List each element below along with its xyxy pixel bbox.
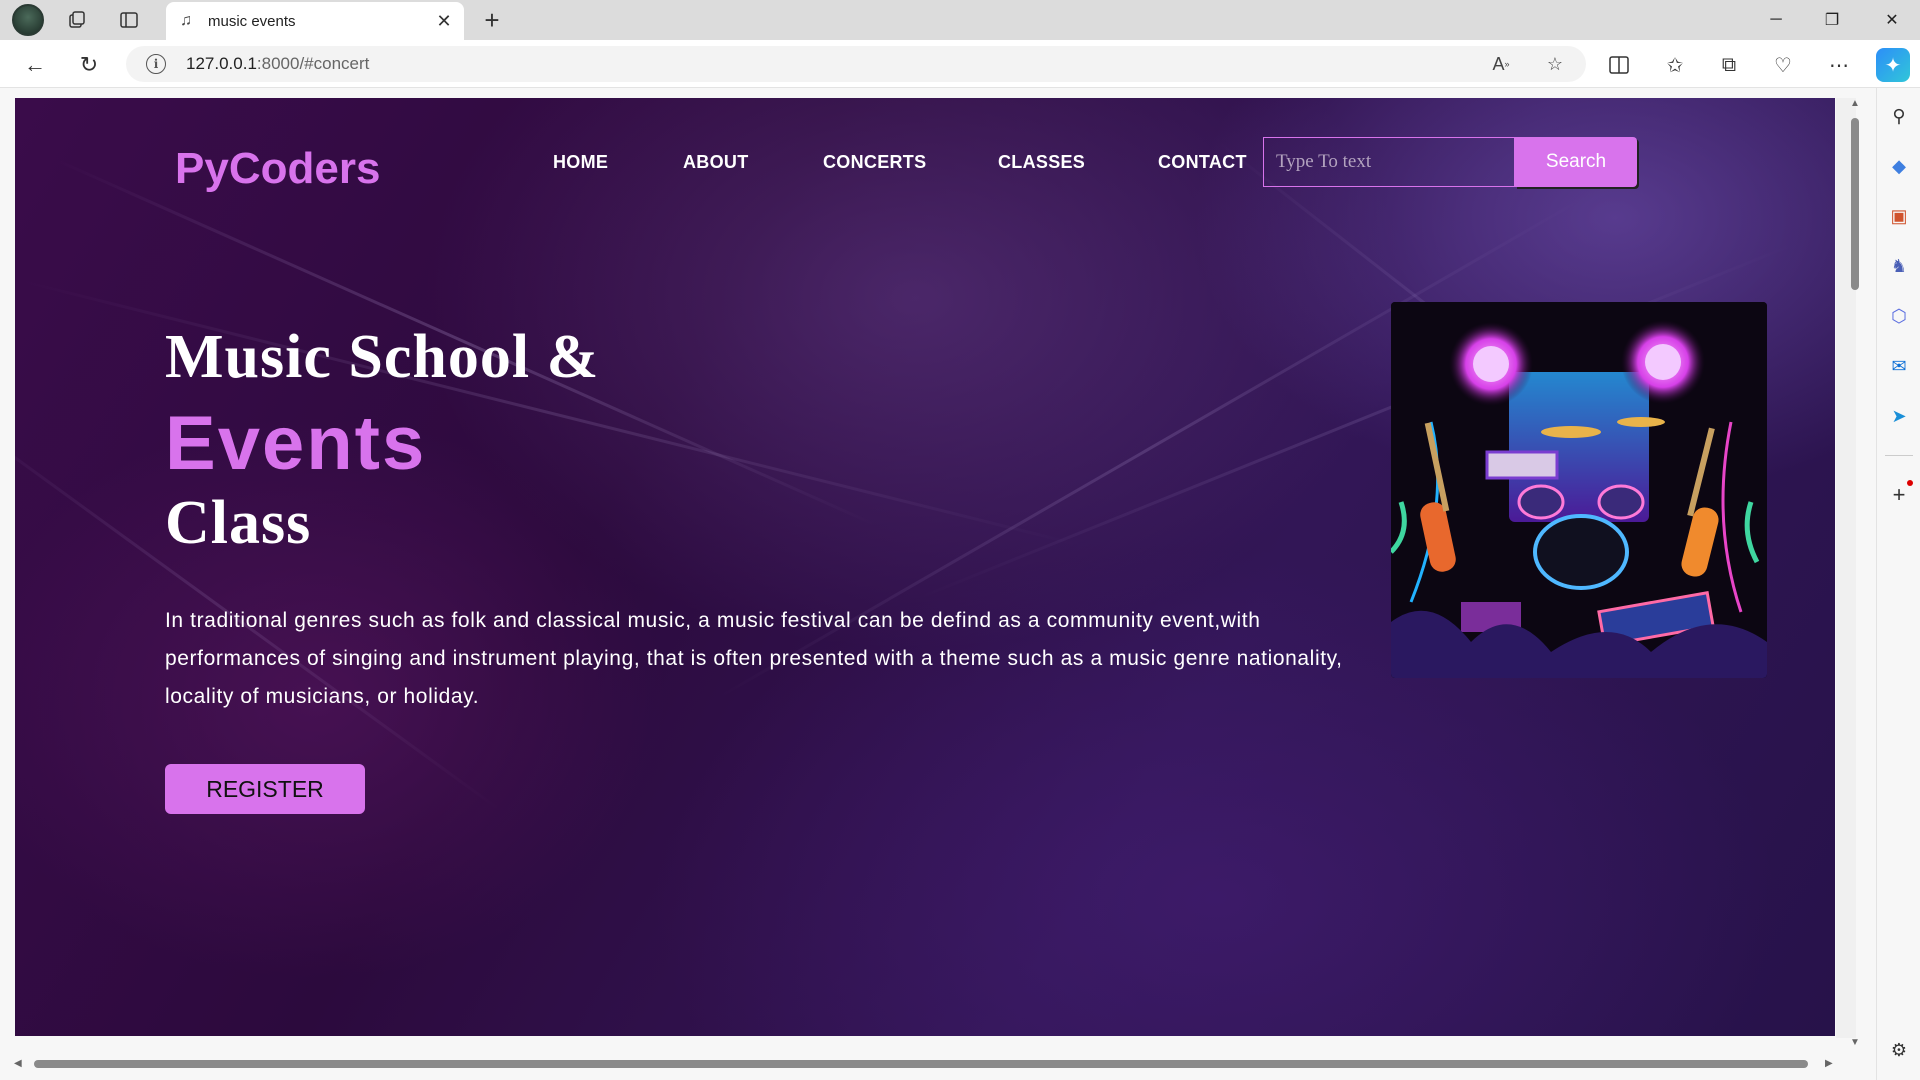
restore-icon[interactable]: ❐ — [1804, 0, 1860, 40]
nav-classes[interactable]: CLASSES — [998, 152, 1085, 173]
tab-strip: ♫ music events ✕ + ─ ❐ ✕ — [0, 0, 1920, 40]
register-button[interactable]: REGISTER — [165, 764, 365, 814]
microsoft365-icon[interactable]: ⬡ — [1885, 302, 1913, 330]
sidebar-divider — [1885, 455, 1913, 456]
favorites-icon[interactable]: ✩ — [1658, 48, 1692, 82]
more-options-icon[interactable]: ⋯ — [1822, 48, 1856, 82]
read-aloud-icon[interactable]: A» — [1486, 50, 1516, 78]
close-window-icon[interactable]: ✕ — [1864, 0, 1920, 40]
hero-title-line2: Events — [165, 401, 427, 486]
favorite-star-icon[interactable]: ☆ — [1540, 50, 1570, 78]
vertical-scroll-thumb[interactable] — [1851, 118, 1859, 290]
scroll-right-arrow[interactable]: ▶ — [1825, 1058, 1833, 1069]
close-tab-icon[interactable]: ✕ — [434, 11, 454, 32]
tab-actions-icon[interactable] — [114, 5, 144, 35]
nav-home[interactable]: HOME — [553, 152, 608, 173]
outlook-icon[interactable]: ✉ — [1885, 352, 1913, 380]
settings-gear-icon[interactable]: ⚙ — [1885, 1036, 1913, 1064]
back-arrow-icon[interactable]: ← — [18, 48, 52, 82]
minimize-icon[interactable]: ─ — [1748, 0, 1804, 40]
notification-dot — [1907, 480, 1913, 486]
scroll-left-arrow[interactable]: ◀ — [14, 1058, 22, 1069]
nav-contact[interactable]: CONTACT — [1158, 152, 1247, 173]
collections-icon[interactable]: ⧉ — [1712, 48, 1746, 82]
edge-sidebar: ⚲ ◆ ▣ ♞ ⬡ ✉ ➤ + ⚙ — [1876, 88, 1920, 1080]
scroll-down-arrow[interactable]: ▼ — [1850, 1037, 1860, 1048]
refresh-icon[interactable]: ↻ — [72, 48, 106, 82]
games-icon[interactable]: ♞ — [1885, 252, 1913, 280]
new-tab-button[interactable]: + — [476, 4, 508, 36]
send-icon[interactable]: ➤ — [1885, 402, 1913, 430]
hero-title-line3: Class — [165, 489, 312, 557]
toolbox-icon[interactable]: ▣ — [1885, 202, 1913, 230]
nav-about[interactable]: ABOUT — [683, 152, 749, 173]
active-tab[interactable]: ♫ music events ✕ — [166, 2, 464, 40]
split-screen-icon[interactable] — [1602, 48, 1636, 82]
url-text[interactable]: 127.0.0.1:8000/#concert — [186, 54, 369, 74]
search-icon[interactable]: ⚲ — [1885, 102, 1913, 130]
profile-avatar[interactable] — [12, 4, 44, 36]
site-logo[interactable]: PyCoders — [175, 144, 380, 194]
music-note-icon: ♫ — [180, 12, 192, 29]
search-button[interactable]: Search — [1515, 137, 1637, 187]
nav-concerts[interactable]: CONCERTS — [823, 152, 926, 173]
hero-description: In traditional genres such as folk and c… — [165, 609, 1343, 708]
browser-toolbar: ← ↻ i 127.0.0.1:8000/#concert A» ☆ ✩ ⧉ ♡… — [0, 40, 1920, 88]
info-icon[interactable]: i — [146, 54, 166, 74]
tab-title: music events — [208, 12, 296, 30]
browser-essentials-icon[interactable]: ♡ — [1766, 48, 1800, 82]
hero-title-line1: Music School & — [165, 323, 600, 391]
page-viewport: PyCoders HOME ABOUT CONCERTS CLASSES CON… — [15, 98, 1835, 1036]
workspaces-icon[interactable] — [62, 5, 92, 35]
search-input[interactable] — [1263, 137, 1515, 187]
horizontal-scroll-thumb[interactable] — [34, 1060, 1808, 1068]
scroll-up-arrow[interactable]: ▲ — [1850, 98, 1860, 109]
tag-icon[interactable]: ◆ — [1885, 152, 1913, 180]
copilot-icon[interactable]: ✦ — [1876, 48, 1910, 82]
music-studio-illustration — [1391, 302, 1767, 678]
address-bar[interactable]: i 127.0.0.1:8000/#concert A» ☆ — [126, 46, 1586, 82]
